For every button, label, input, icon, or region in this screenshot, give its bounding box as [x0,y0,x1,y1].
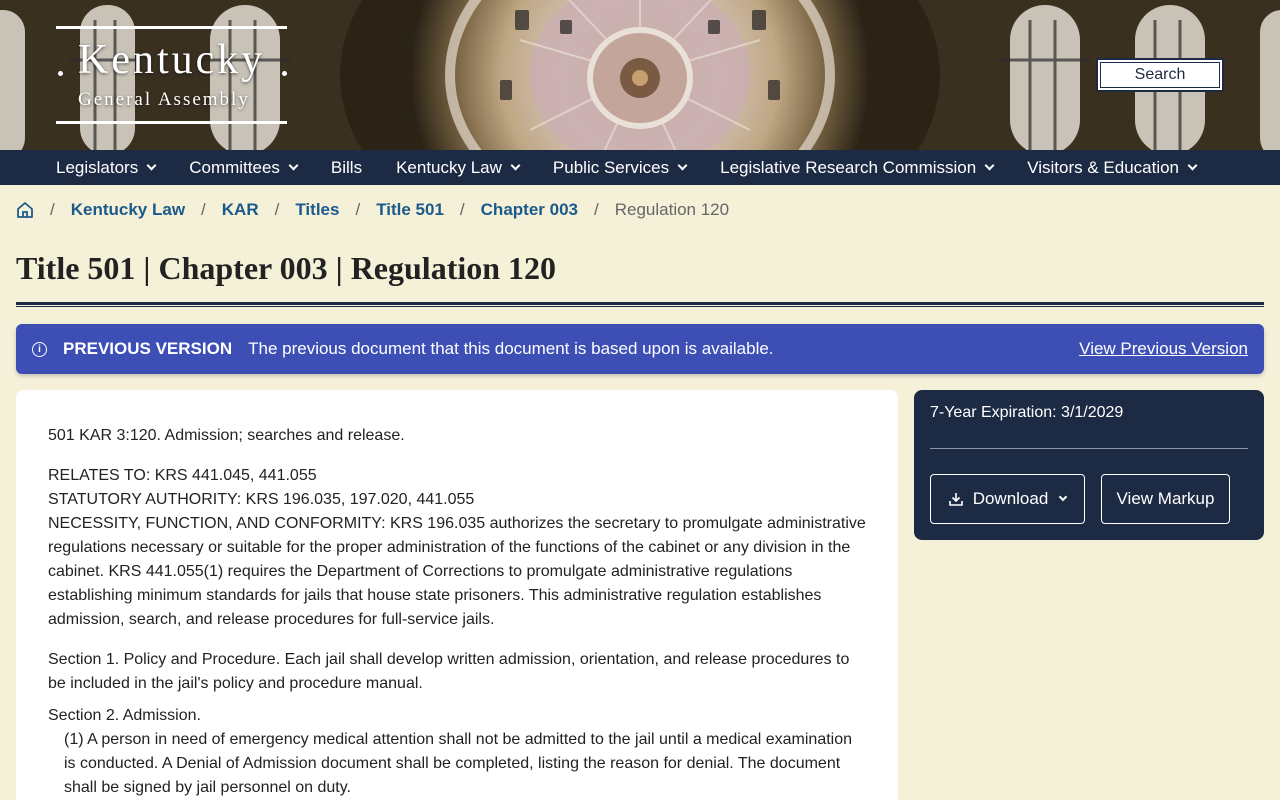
home-icon[interactable] [16,201,34,219]
download-button[interactable]: Download [930,474,1085,524]
nav-item-label: Committees [189,157,280,177]
breadcrumb-separator: / [355,200,361,219]
logo-title: Kentucky [78,37,266,83]
alert-text: The previous document that this document… [248,339,774,358]
breadcrumb-separator: / [201,200,206,219]
header-banner: Kentucky General Assembly Search [0,0,1280,150]
previous-version-alert: i PREVIOUS VERSION The previous document… [16,324,1264,374]
document-actions-panel: 7-Year Expiration: 3/1/2029 Download Vie… [914,390,1264,540]
site-logo[interactable]: Kentucky General Assembly [56,26,287,124]
breadcrumb: / Kentucky Law / KAR / Titles / Title 50… [16,198,729,222]
info-icon: i [32,341,47,357]
nav-item-lrc[interactable]: Legislative Research Commission [720,157,995,178]
logo-dot-right [282,71,287,76]
section-1: Section 1. Policy and Procedure. Each ja… [48,651,850,692]
download-icon [948,493,963,506]
statutory-authority: STATUTORY AUTHORITY: KRS 196.035, 197.02… [48,491,475,508]
breadcrumb-chapter-003[interactable]: Chapter 003 [481,200,578,220]
section-2-subsection-1: (1) A person in need of emergency medica… [64,731,853,796]
chevron-down-icon [146,160,157,171]
regulation-document: 501 KAR 3:120. Admission; searches and r… [16,390,898,800]
main-nav: Legislators Committees Bills Kentucky La… [0,150,1280,185]
download-label: Download [972,489,1049,508]
nav-item-public-services[interactable]: Public Services [552,157,688,178]
search-button[interactable]: Search [1096,58,1224,92]
relates-to: RELATES TO: KRS 441.045, 441.055 [48,467,317,484]
breadcrumb-separator: / [50,200,55,219]
nav-item-visitors[interactable]: Visitors & Education [1027,157,1198,178]
regulation-heading: 501 KAR 3:120. Admission; searches and r… [48,427,405,444]
panel-divider [930,448,1248,449]
expiration-date: 7-Year Expiration: 3/1/2029 [930,404,1124,421]
necessity-function-conformity: NECESSITY, FUNCTION, AND CONFORMITY: KRS… [48,515,866,628]
view-markup-button[interactable]: View Markup [1101,474,1230,524]
chevron-down-icon [1187,160,1198,171]
breadcrumb-separator: / [459,200,465,219]
alert-label: PREVIOUS VERSION [63,339,233,358]
breadcrumb-current: Regulation 120 [614,200,730,219]
breadcrumb-titles[interactable]: Titles [295,200,339,220]
nav-item-label: Visitors & Education [1027,157,1180,177]
logo-subtitle: General Assembly [78,89,250,110]
nav-item-label: Bills [330,157,363,177]
nav-item-label: Kentucky Law [396,157,502,177]
chevron-down-icon [677,160,688,171]
breadcrumb-separator: / [274,200,280,219]
nav-item-label: Legislators [56,157,139,177]
nav-item-committees[interactable]: Committees [189,157,299,178]
chevron-down-icon [1059,492,1068,502]
title-divider [16,302,1264,307]
breadcrumb-title-501[interactable]: Title 501 [376,200,444,220]
section-2: Section 2. Admission. [48,707,201,724]
logo-dot-left [58,71,63,76]
nav-item-label: Public Services [552,157,670,177]
nav-item-legislators[interactable]: Legislators [56,157,157,178]
nav-item-label: Legislative Research Commission [720,157,977,177]
breadcrumb-kar[interactable]: KAR [222,200,259,220]
breadcrumb-kentucky-law[interactable]: Kentucky Law [71,200,185,220]
view-previous-version-link[interactable]: View Previous Version [1079,339,1248,359]
nav-item-bills[interactable]: Bills [331,158,362,178]
chevron-down-icon [510,160,521,171]
breadcrumb-separator: / [593,200,599,219]
chevron-down-icon [984,160,995,171]
nav-item-kentucky-law[interactable]: Kentucky Law [396,157,521,178]
page-title: Title 501 | Chapter 003 | Regulation 120 [16,250,557,286]
chevron-down-icon [288,160,299,171]
